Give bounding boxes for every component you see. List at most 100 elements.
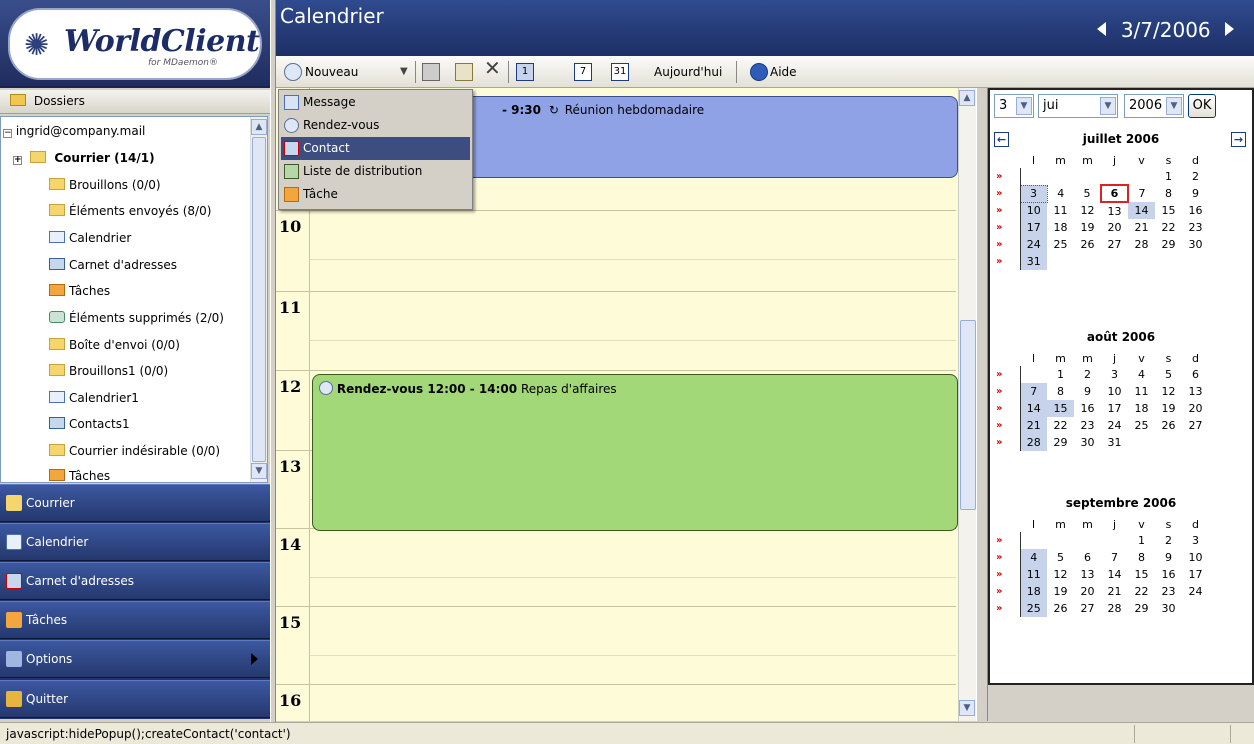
scroll-thumb[interactable] <box>252 137 266 462</box>
month-select[interactable]: jui ▼ <box>1038 94 1118 118</box>
calendar-day[interactable]: 10 <box>1101 383 1128 400</box>
calendar-day[interactable]: 21 <box>1128 219 1155 236</box>
calendar-day[interactable]: 8 <box>1155 185 1182 202</box>
calendar-day[interactable]: 6 <box>1074 549 1101 566</box>
calendar-day[interactable]: 17 <box>1101 400 1128 417</box>
calendar-day[interactable]: 3 <box>1182 532 1209 549</box>
nav-address-book[interactable]: Carnet d'adresses <box>0 562 270 600</box>
calendar-day[interactable]: 11 <box>1020 566 1047 583</box>
calendar-day[interactable]: 3 <box>1019 184 1048 203</box>
new-button[interactable]: Nouveau <box>305 62 358 82</box>
week-select-icon[interactable]: » <box>994 236 1021 253</box>
calendar-day[interactable]: 13 <box>1182 383 1209 400</box>
menu-item-task[interactable]: Tâche <box>281 183 470 206</box>
folder-tasks2[interactable]: Tâches <box>49 466 110 482</box>
calendar-day[interactable]: 25 <box>1128 417 1155 434</box>
calendar-day[interactable]: 12 <box>1074 202 1101 219</box>
calendar-day[interactable]: 28 <box>1128 236 1155 253</box>
folder-calendar1[interactable]: Calendrier1 <box>49 388 139 408</box>
calendar-day[interactable]: 31 <box>1101 434 1128 451</box>
folder-outbox[interactable]: Boîte d'envoi (0/0) <box>49 335 180 355</box>
hour-row[interactable]: 16 <box>276 684 956 721</box>
calendar-day[interactable]: 4 <box>1128 366 1155 383</box>
calendar-day[interactable]: 2 <box>1074 366 1101 383</box>
calendar-day[interactable]: 30 <box>1074 434 1101 451</box>
new-dropdown-icon[interactable]: ▼ <box>400 62 408 82</box>
calendar-day[interactable]: 30 <box>1182 236 1209 253</box>
folder-sent[interactable]: Éléments envoyés (8/0) <box>49 201 211 221</box>
calendar-day[interactable]: 9 <box>1155 549 1182 566</box>
calendar-day[interactable]: 28 <box>1101 600 1128 617</box>
day-view-icon[interactable]: 1 <box>516 63 534 81</box>
calendar-day[interactable]: 4 <box>1020 549 1047 566</box>
calendar-day[interactable]: 12 <box>1047 566 1074 583</box>
calendar-day[interactable]: 15 <box>1128 566 1155 583</box>
week-select-icon[interactable]: » <box>994 434 1021 451</box>
scroll-up-icon[interactable]: ▲ <box>959 90 975 106</box>
menu-item-distribution-list[interactable]: Liste de distribution <box>281 160 470 183</box>
calendar-day[interactable]: 25 <box>1047 236 1074 253</box>
print-icon[interactable] <box>422 63 440 81</box>
calendar-day[interactable]: 21 <box>1020 417 1047 434</box>
week-select-icon[interactable]: » <box>994 253 1021 270</box>
folder-address-book[interactable]: Carnet d'adresses <box>49 255 177 275</box>
move-icon[interactable] <box>455 63 473 81</box>
calendar-day[interactable]: 7 <box>1020 383 1047 400</box>
chevron-down-icon[interactable]: ▼ <box>1016 97 1032 115</box>
calendar-day[interactable]: 16 <box>1182 202 1209 219</box>
week-select-icon[interactable]: » <box>994 202 1021 219</box>
calendar-day[interactable]: 9 <box>1182 185 1209 202</box>
calendar-splitter[interactable] <box>976 88 988 721</box>
calendar-day[interactable]: 6 <box>1182 366 1209 383</box>
week-select-icon[interactable]: » <box>994 185 1021 202</box>
week-select-icon[interactable]: » <box>994 417 1021 434</box>
calendar-day[interactable]: 11 <box>1128 383 1155 400</box>
week-select-icon[interactable]: » <box>994 549 1021 566</box>
week-select-icon[interactable]: » <box>994 383 1021 400</box>
calendar-day[interactable]: 14 <box>1020 400 1047 417</box>
calendar-day[interactable]: 6 <box>1100 184 1129 203</box>
nav-options[interactable]: Options <box>0 640 270 678</box>
folder-drafts[interactable]: Brouillons (0/0) <box>49 175 161 195</box>
nav-mail[interactable]: Courrier <box>0 484 270 522</box>
year-select[interactable]: 2006 ▼ <box>1124 94 1184 118</box>
calendar-day[interactable]: 23 <box>1155 583 1182 600</box>
month-view-icon[interactable]: 31 <box>611 63 629 81</box>
menu-item-message[interactable]: Message <box>281 91 470 114</box>
new-clock-icon[interactable] <box>284 63 302 81</box>
chevron-down-icon[interactable]: ▼ <box>1166 97 1182 115</box>
scroll-up-icon[interactable]: ▲ <box>251 119 267 135</box>
week-select-icon[interactable]: » <box>994 532 1021 549</box>
calendar-day[interactable]: 1 <box>1047 366 1074 383</box>
calendar-day[interactable]: 18 <box>1128 400 1155 417</box>
delete-icon[interactable]: ✕ <box>484 58 501 78</box>
folder-drafts1[interactable]: Brouillons1 (0/0) <box>49 361 168 381</box>
calendar-day[interactable]: 22 <box>1047 417 1074 434</box>
calendar-day[interactable]: 29 <box>1047 434 1074 451</box>
calendar-day[interactable]: 28 <box>1020 434 1047 451</box>
calendar-day[interactable]: 16 <box>1155 566 1182 583</box>
calendar-day[interactable]: 20 <box>1182 400 1209 417</box>
calendar-day[interactable]: 8 <box>1128 549 1155 566</box>
calendar-day[interactable]: 20 <box>1101 219 1128 236</box>
chevron-down-icon[interactable]: ▼ <box>1100 97 1116 115</box>
calendar-day[interactable]: 5 <box>1047 549 1074 566</box>
calendar-day[interactable]: 19 <box>1155 400 1182 417</box>
calendar-day[interactable]: 2 <box>1182 168 1209 185</box>
calendar-day[interactable]: 7 <box>1101 549 1128 566</box>
week-select-icon[interactable]: » <box>994 219 1021 236</box>
today-button[interactable]: Aujourd'hui <box>654 62 722 82</box>
calendar-day[interactable]: 11 <box>1047 202 1074 219</box>
calendar-day[interactable]: 7 <box>1128 185 1155 202</box>
menu-item-contact[interactable]: Contact <box>281 137 470 160</box>
menu-item-appointment[interactable]: Rendez-vous <box>281 114 470 137</box>
calendar-day[interactable]: 19 <box>1047 583 1074 600</box>
folder-junk[interactable]: Courrier indésirable (0/0) <box>49 441 220 461</box>
calendar-day[interactable]: 3 <box>1101 366 1128 383</box>
calendar-day[interactable]: 4 <box>1047 185 1074 202</box>
calendar-day[interactable]: 31 <box>1020 253 1047 270</box>
event-business-lunch[interactable]: Rendez-vous 12:00 - 14:00 Repas d'affair… <box>312 374 958 531</box>
week-view-icon[interactable]: 7 <box>574 63 592 81</box>
week-select-icon[interactable]: » <box>994 366 1021 383</box>
calendar-day[interactable]: 23 <box>1074 417 1101 434</box>
